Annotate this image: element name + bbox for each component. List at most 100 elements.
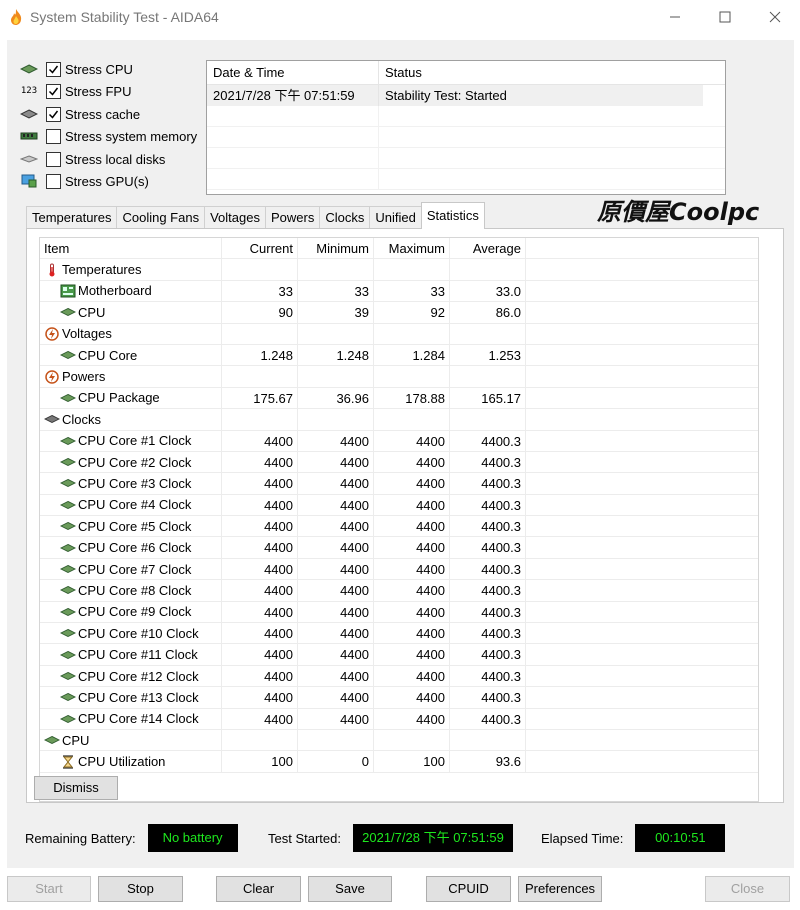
stats-maximum-cell: 4400 [374,580,450,602]
col-header-average[interactable]: Average [450,238,526,260]
stress-cache-label: Stress cache [65,106,141,122]
stats-item-label: Powers [62,369,106,385]
col-header-current[interactable]: Current [222,238,298,260]
cpuid-button[interactable]: CPUID [426,876,511,902]
stats-item-label: CPU Core #6 Clock [78,540,192,556]
stats-current-cell: 90 [222,302,298,324]
stats-item-cell: CPU Core #11 Clock [40,644,222,666]
coolpc-watermark: 原價屋Coolpc [597,192,759,227]
tab-clocks[interactable]: Clocks [319,206,371,229]
window-title: System Stability Test - AIDA64 [30,8,219,25]
cpu-chip-icon [60,348,76,362]
stats-data-row[interactable]: CPU Core #8 Clock 4400 4400 4400 4400.3 [40,580,758,602]
stats-data-row[interactable]: CPU Core #2 Clock 4400 4400 4400 4400.3 [40,451,758,474]
stats-data-row[interactable]: CPU Utilization 100 0 100 93.6 [40,751,758,773]
stats-filler-cell [526,409,758,431]
stats-data-row[interactable]: CPU Core 1.248 1.248 1.284 1.253 [40,344,758,367]
stats-minimum-cell [298,729,374,752]
stats-item-cell: CPU Core #5 Clock [40,516,222,538]
stats-data-row[interactable]: CPU Core #11 Clock 4400 4400 4400 4400.3 [40,644,758,666]
start-button[interactable]: Start [7,876,91,902]
stats-minimum-cell: 4400 [298,708,374,730]
minimize-button[interactable] [650,0,700,33]
close-button[interactable]: Close [705,876,790,902]
stress-cache-checkbox[interactable] [46,106,61,122]
statistics-table[interactable]: Item Current Minimum Maximum Average Tem… [39,237,759,802]
stats-data-row[interactable]: CPU Core #10 Clock 4400 4400 4400 4400.3 [40,623,758,645]
stats-data-row[interactable]: CPU 90 39 92 86.0 [40,302,758,324]
stats-maximum-cell [374,409,450,431]
stress-cache-option[interactable]: Stress cache [19,103,140,125]
stats-group-row[interactable]: Temperatures [40,259,758,281]
cpu-chip-icon [60,669,76,683]
dismiss-button[interactable]: Dismiss [34,776,118,800]
stats-current-cell [222,259,298,281]
stats-data-row[interactable]: CPU Core #9 Clock 4400 4400 4400 4400.3 [40,601,758,624]
stress-fpu-checkbox[interactable] [46,83,61,99]
stats-current-cell: 4400 [222,623,298,645]
stats-average-cell: 33.0 [450,280,526,303]
stats-data-row[interactable]: CPU Core #3 Clock 4400 4400 4400 4400.3 [40,473,758,495]
elapsed-time-value: 00:10:51 [635,824,726,852]
stress-gpu-checkbox[interactable] [46,173,61,189]
stats-group-row[interactable]: CPU [40,729,758,752]
stress-gpu-option[interactable]: Stress GPU(s) [19,170,149,192]
stats-data-row[interactable]: CPU Core #1 Clock 4400 4400 4400 4400.3 [40,430,758,452]
stats-item-cell: CPU Core #4 Clock [40,494,222,517]
col-header-item[interactable]: Item [40,238,222,260]
preferences-button[interactable]: Preferences [518,876,602,902]
stats-group-row[interactable]: Powers [40,366,758,388]
stats-current-cell: 4400 [222,708,298,730]
stats-filler-cell [526,388,758,410]
maximize-button[interactable] [700,0,750,33]
stats-data-row[interactable]: CPU Core #4 Clock 4400 4400 4400 4400.3 [40,494,758,517]
stats-data-row[interactable]: CPU Core #7 Clock 4400 4400 4400 4400.3 [40,558,758,581]
stats-data-row[interactable]: CPU Core #13 Clock 4400 4400 4400 4400.3 [40,687,758,709]
stats-data-row[interactable]: CPU Package 175.67 36.96 178.88 165.17 [40,387,758,410]
stats-maximum-cell: 4400 [374,623,450,645]
stats-item-label: Clocks [62,411,102,427]
stats-item-cell: CPU Core #3 Clock [40,473,222,495]
tab-voltages[interactable]: Voltages [204,206,266,229]
stats-current-cell [222,366,298,388]
log-header-status[interactable]: Status [379,61,725,84]
col-header-minimum[interactable]: Minimum [298,238,374,260]
tab-cooling-fans[interactable]: Cooling Fans [116,206,206,229]
tab-temperatures[interactable]: Temperatures [26,206,118,229]
tab-powers[interactable]: Powers [264,206,321,229]
stats-data-row[interactable]: CPU Core #5 Clock 4400 4400 4400 4400.3 [40,516,758,538]
stress-cpu-checkbox[interactable] [46,61,61,77]
stats-average-cell: 4400.3 [450,537,526,559]
stats-average-cell: 86.0 [450,302,526,324]
stress-fpu-option[interactable]: 123 Stress FPU [19,80,131,102]
stats-item-label: CPU Core #4 Clock [78,497,192,513]
stats-minimum-cell: 4400 [298,473,374,495]
save-button[interactable]: Save [308,876,392,902]
stats-minimum-cell [298,409,374,431]
stop-button[interactable]: Stop [98,876,183,902]
minimize-icon [670,16,680,17]
stats-data-row[interactable]: CPU Core #12 Clock 4400 4400 4400 4400.3 [40,665,758,688]
tab-unified[interactable]: Unified [369,206,422,229]
tab-statistics[interactable]: Statistics [420,202,485,229]
stats-data-row[interactable]: CPU Core #14 Clock 4400 4400 4400 4400.3 [40,708,758,730]
stress-memory-checkbox[interactable] [46,128,61,144]
cpu-chip-icon [60,626,76,640]
memory-module-icon [19,129,39,143]
stats-data-row[interactable]: CPU Core #6 Clock 4400 4400 4400 4400.3 [40,537,758,559]
stats-current-cell: 4400 [222,687,298,709]
stress-disks-option[interactable]: Stress local disks [19,148,165,170]
close-window-button[interactable] [750,0,800,33]
log-header-datetime[interactable]: Date & Time [207,61,379,84]
stress-cpu-option[interactable]: Stress CPU [19,58,133,80]
stats-item-cell: Motherboard [40,280,222,303]
clear-button[interactable]: Clear [216,876,301,902]
stats-group-row[interactable]: Clocks [40,409,758,431]
test-log-list[interactable]: Date & Time Status 2021/7/28 下午 07:51:59… [206,60,726,195]
stats-data-row[interactable]: Motherboard 33 33 33 33.0 [40,280,758,303]
stress-memory-option[interactable]: Stress system memory [19,125,197,147]
col-header-maximum[interactable]: Maximum [374,238,450,260]
log-row[interactable]: 2021/7/28 下午 07:51:59 Stability Test: St… [207,85,703,106]
stats-group-row[interactable]: Voltages [40,323,758,345]
stress-disks-checkbox[interactable] [46,151,61,167]
